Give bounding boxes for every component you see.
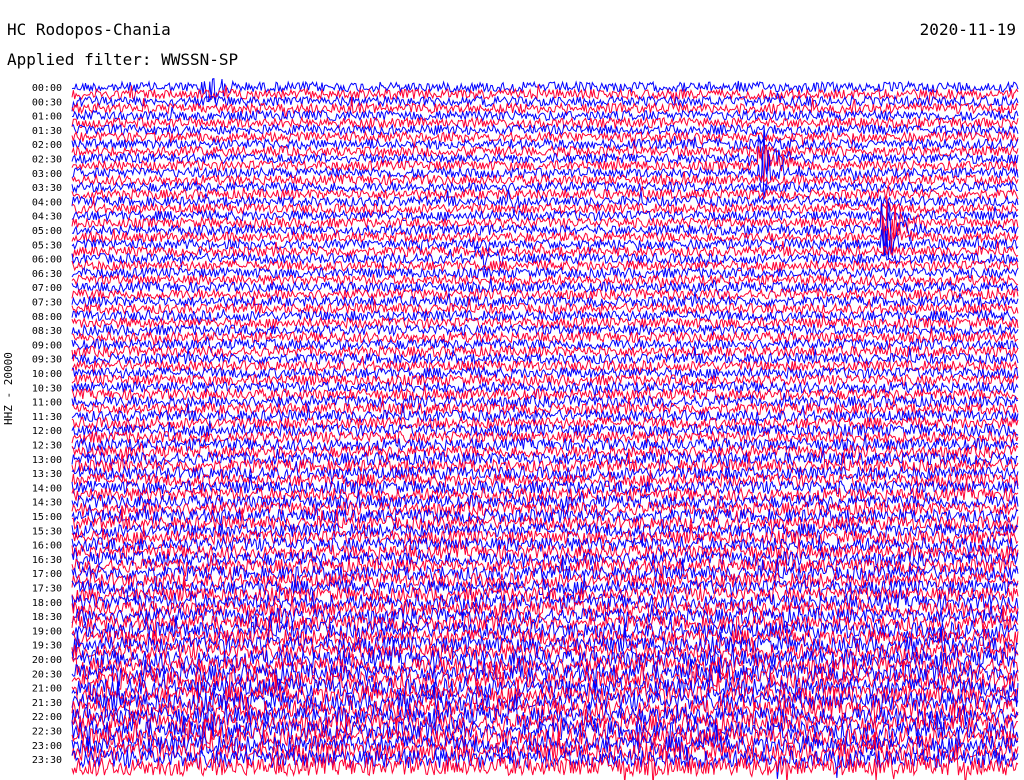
time-tick-label: 07:30 [32, 298, 62, 309]
time-tick-label: 06:00 [32, 255, 62, 266]
time-tick-label: 03:30 [32, 183, 62, 194]
trace-row-19 [71, 196, 1019, 253]
time-tick-label: 23:30 [32, 755, 62, 766]
trace-row-48 [71, 418, 1019, 438]
time-tick-label: 16:30 [32, 555, 62, 566]
time-tick-label: 10:00 [32, 369, 62, 380]
time-tick-label: 20:30 [32, 669, 62, 680]
time-tick-label: 04:30 [32, 212, 62, 223]
time-tick-label: 17:00 [32, 569, 62, 580]
time-tick-label: 09:00 [32, 340, 62, 351]
time-tick-label: 03:00 [32, 169, 62, 180]
time-tick-label: 15:30 [32, 526, 62, 537]
time-tick-label: 14:00 [32, 483, 62, 494]
time-tick-label: 11:30 [32, 412, 62, 423]
time-tick-label: 19:30 [32, 641, 62, 652]
trace-row-31 [71, 297, 1019, 318]
time-tick-label: 01:30 [32, 126, 62, 137]
time-tick-label: 02:30 [32, 155, 62, 166]
time-tick-label: 08:30 [32, 326, 62, 337]
time-tick-label: 13:00 [32, 455, 62, 466]
trace-row-1 [71, 84, 1019, 105]
time-tick-label: 00:30 [32, 97, 62, 108]
time-tick-label: 05:30 [32, 240, 62, 251]
time-tick-label: 00:00 [32, 83, 62, 94]
time-tick-label: 18:30 [32, 612, 62, 623]
time-tick-label: 13:30 [32, 469, 62, 480]
time-tick-label: 21:00 [32, 684, 62, 695]
time-tick-label: 23:00 [32, 741, 62, 752]
time-tick-label: 22:00 [32, 712, 62, 723]
time-tick-label: 21:30 [32, 698, 62, 709]
time-tick-label: 07:00 [32, 283, 62, 294]
time-tick-label: 22:30 [32, 727, 62, 738]
time-tick-label: 01:00 [32, 112, 62, 123]
time-tick-label: 12:00 [32, 426, 62, 437]
helicorder-plot: 00:00 00:30 01:00 01:30 02:00 02:30 03:00 03:30… [32, 77, 1019, 780]
time-tick-label: 09:30 [32, 355, 62, 366]
time-tick-label: 10:30 [32, 383, 62, 394]
time-tick-label: 14:30 [32, 498, 62, 509]
time-tick-label: 04:00 [32, 197, 62, 208]
time-tick-label: 19:00 [32, 626, 62, 637]
trace-row-13 [71, 171, 1019, 187]
time-tick-label: 06:30 [32, 269, 62, 280]
time-tick-label: 05:00 [32, 226, 62, 237]
time-tick-label: 12:30 [32, 441, 62, 452]
time-tick-label: 11:00 [32, 398, 62, 409]
trace-row-0 [71, 77, 1019, 103]
time-tick-label: 18:00 [32, 598, 62, 609]
time-tick-label: 20:00 [32, 655, 62, 666]
time-tick-label: 15:00 [32, 512, 62, 523]
time-tick-label: 17:30 [32, 584, 62, 595]
time-tick-label: 08:00 [32, 312, 62, 323]
time-tick-label: 16:00 [32, 541, 62, 552]
time-tick-label: 02:00 [32, 140, 62, 151]
